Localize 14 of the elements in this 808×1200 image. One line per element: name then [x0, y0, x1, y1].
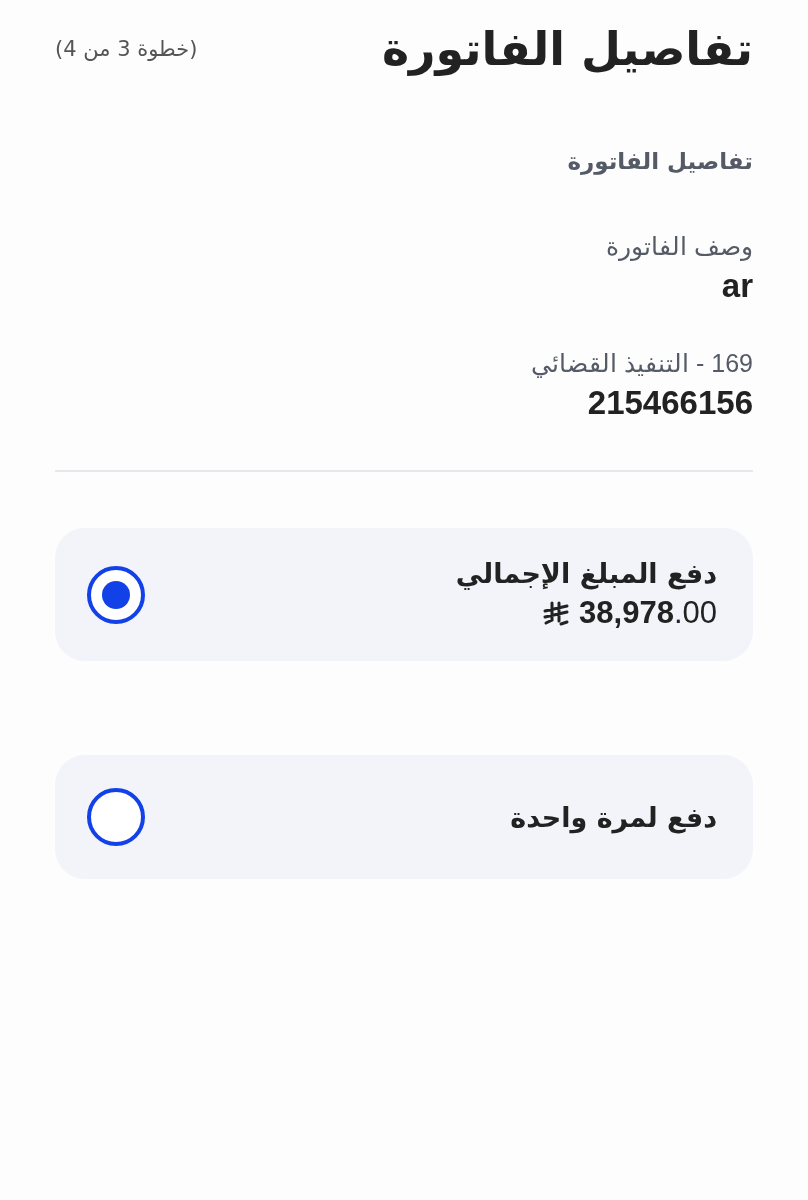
option-label: دفع المبلغ الإجمالي	[455, 558, 717, 589]
page-title: تفاصيل الفاتورة	[381, 22, 753, 76]
radio-button[interactable]	[87, 788, 145, 846]
riyal-sign-icon	[543, 600, 570, 626]
section-title: تفاصيل الفاتورة	[566, 148, 753, 174]
amount-text: 38,978.00	[579, 595, 717, 631]
radio-button[interactable]	[87, 565, 145, 624]
field-value: ar	[721, 267, 753, 305]
option-label: دفع لمرة واحدة	[510, 801, 717, 833]
payment-option[interactable]: دفع لمرة واحدة	[55, 755, 753, 879]
field-label: وصف الفاتورة	[606, 232, 753, 261]
field-value: 215466156	[587, 384, 753, 422]
field-label: 169 - التنفيذ القضائي	[531, 349, 753, 378]
step-indicator: (خطوة 3 من 4)	[55, 37, 198, 61]
